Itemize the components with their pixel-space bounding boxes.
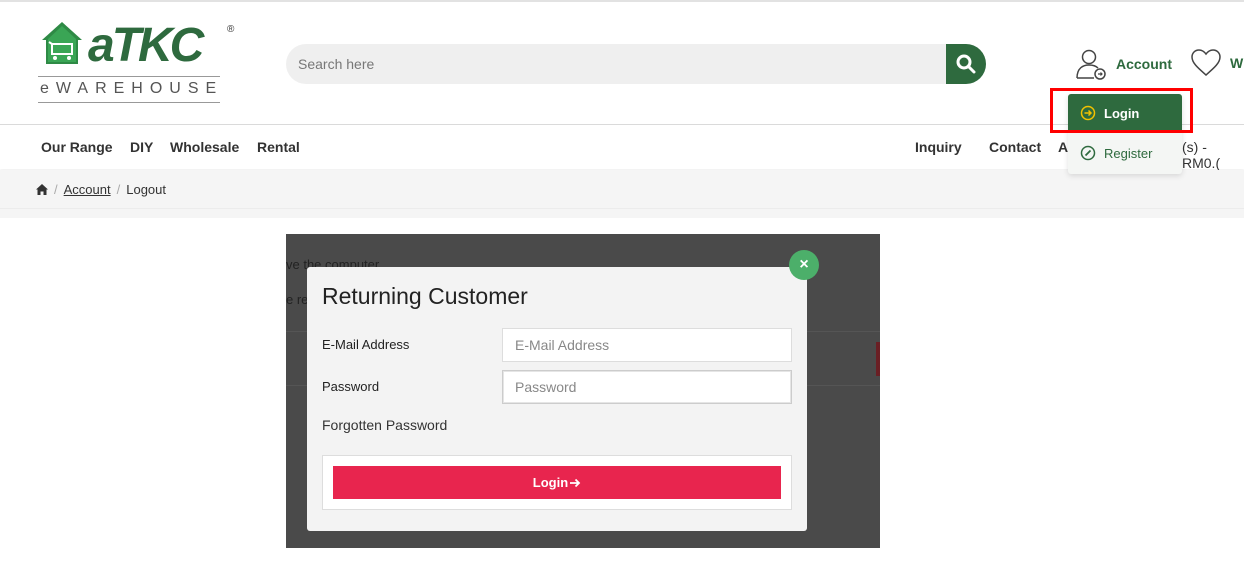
email-label: E-Mail Address [322,337,410,352]
heart-icon [1191,49,1221,76]
breadcrumb-separator: / [116,182,121,197]
breadcrumb: / Account / Logout [0,170,1244,218]
register-pencil-icon [1080,145,1096,161]
nav-wholesale[interactable]: Wholesale [170,139,239,155]
home-icon[interactable] [36,184,48,195]
logo-divider-top [38,76,220,77]
house-cart-icon [42,22,82,64]
modal-title: Returning Customer [322,283,528,309]
top-border [0,0,1244,4]
nav-inquiry[interactable]: Inquiry [915,139,962,155]
search-icon [956,54,976,74]
account-label: Account [1116,56,1172,72]
nav-diy[interactable]: DIY [130,139,153,155]
search-bar [286,44,986,84]
cart-summary[interactable]: (s) - RM0.( [1182,139,1244,171]
wishlist-link[interactable]: W [1190,48,1243,78]
nav-our-range[interactable]: Our Range [41,139,113,155]
site-logo[interactable]: aTKC ® eWAREHOUSE [38,19,238,108]
login-button-panel: Login [322,455,792,510]
search-button[interactable] [946,44,986,84]
dropdown-register-label: Register [1104,145,1153,161]
breadcrumb-account[interactable]: Account [64,182,111,197]
nav-account-partial[interactable]: A [1058,139,1068,155]
email-field[interactable] [502,328,792,362]
registered-mark: ® [227,24,235,35]
nav-rental[interactable]: Rental [257,139,300,155]
brand-subtitle: eWAREHOUSE [40,80,224,97]
login-highlight-box [1050,88,1193,133]
close-modal-button[interactable]: × [789,250,819,280]
login-submit-label: Login [532,475,569,490]
forgot-password-link[interactable]: Forgotten Password [322,417,447,433]
dropdown-register[interactable]: Register [1068,132,1182,174]
user-login-icon [1076,49,1106,80]
background-text: e re [286,292,309,307]
logo-divider-bottom [38,102,220,103]
arrow-right-icon [570,478,581,487]
login-modal: Returning Customer E-Mail Address Passwo… [307,267,807,531]
breadcrumb-logout: Logout [126,182,166,197]
wishlist-label: W [1230,55,1244,71]
breadcrumb-separator: / [54,182,58,197]
account-menu[interactable]: Account [1074,46,1172,82]
breadcrumb-divider [0,208,1244,209]
search-input[interactable] [286,44,946,84]
login-submit-button[interactable]: Login [333,466,781,499]
password-label: Password [322,379,380,394]
brand-name: aTKC [88,19,204,72]
nav-contact[interactable]: Contact [989,139,1041,155]
password-field[interactable] [502,370,792,404]
background-red-block [876,342,880,376]
